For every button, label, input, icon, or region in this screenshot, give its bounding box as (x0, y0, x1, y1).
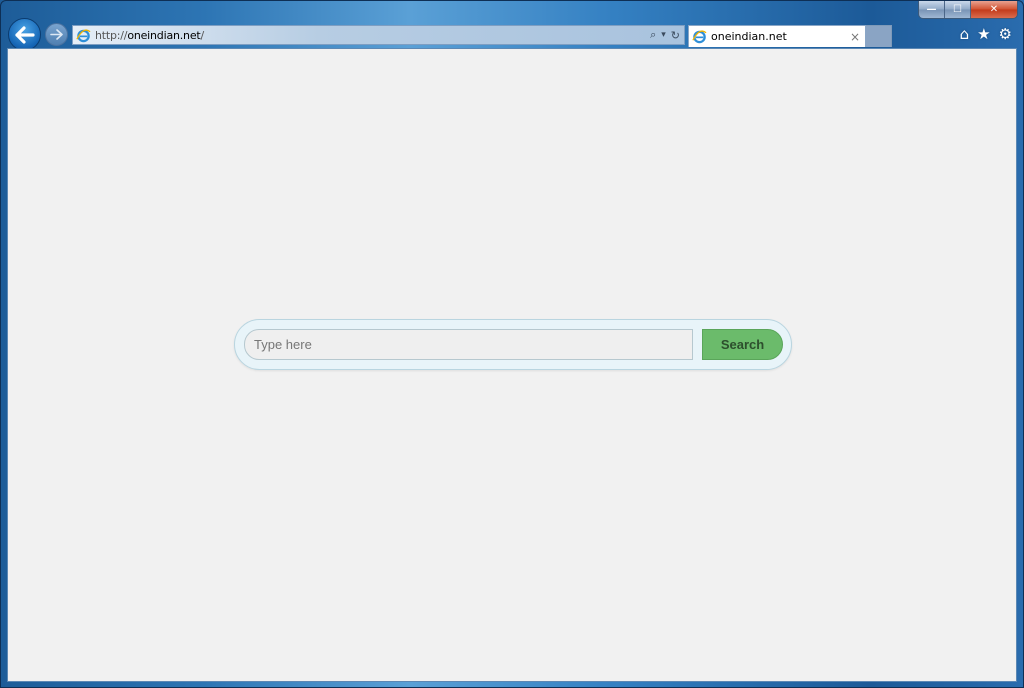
star-icon[interactable]: ★ (977, 26, 990, 42)
tab-oneindian[interactable]: oneindian.net × (688, 25, 866, 47)
close-tab-icon[interactable]: × (850, 30, 860, 44)
search-button[interactable]: Search (702, 329, 783, 360)
home-icon[interactable]: ⌂ (960, 26, 970, 42)
new-tab-button[interactable] (866, 25, 892, 47)
search-box: Search (234, 319, 792, 370)
url-prefix: http:// (95, 28, 128, 42)
arrow-right-icon (50, 29, 63, 40)
search-input[interactable] (244, 329, 693, 360)
address-bar[interactable]: http://oneindian.net/ ⌕ ▾ ↻ (72, 25, 685, 45)
url-suffix: / (200, 28, 205, 42)
address-tools: ⌕ ▾ ↻ (650, 28, 680, 42)
ie-tab-icon (692, 30, 707, 44)
arrow-left-icon (14, 25, 35, 44)
maximize-button[interactable]: ☐ (945, 1, 971, 18)
close-window-button[interactable]: ✕ (971, 1, 1017, 18)
url-domain: oneindian.net (127, 28, 201, 42)
window-caption-buttons: — ☐ ✕ (918, 1, 1018, 19)
page-viewport: Search (7, 48, 1017, 682)
back-button[interactable] (8, 18, 41, 51)
toolbar-icons: ⌂ ★ ⚙ (960, 26, 1012, 42)
ie-page-icon (76, 28, 91, 42)
search-icon[interactable]: ⌕ (650, 28, 656, 42)
chevron-down-icon[interactable]: ▾ (661, 30, 666, 40)
minimize-button[interactable]: — (919, 1, 945, 18)
tab-title: oneindian.net (711, 30, 787, 43)
url-text[interactable]: http://oneindian.net/ (95, 29, 204, 42)
forward-button[interactable] (45, 23, 68, 46)
gear-icon[interactable]: ⚙ (999, 26, 1012, 42)
refresh-icon[interactable]: ↻ (671, 29, 680, 42)
